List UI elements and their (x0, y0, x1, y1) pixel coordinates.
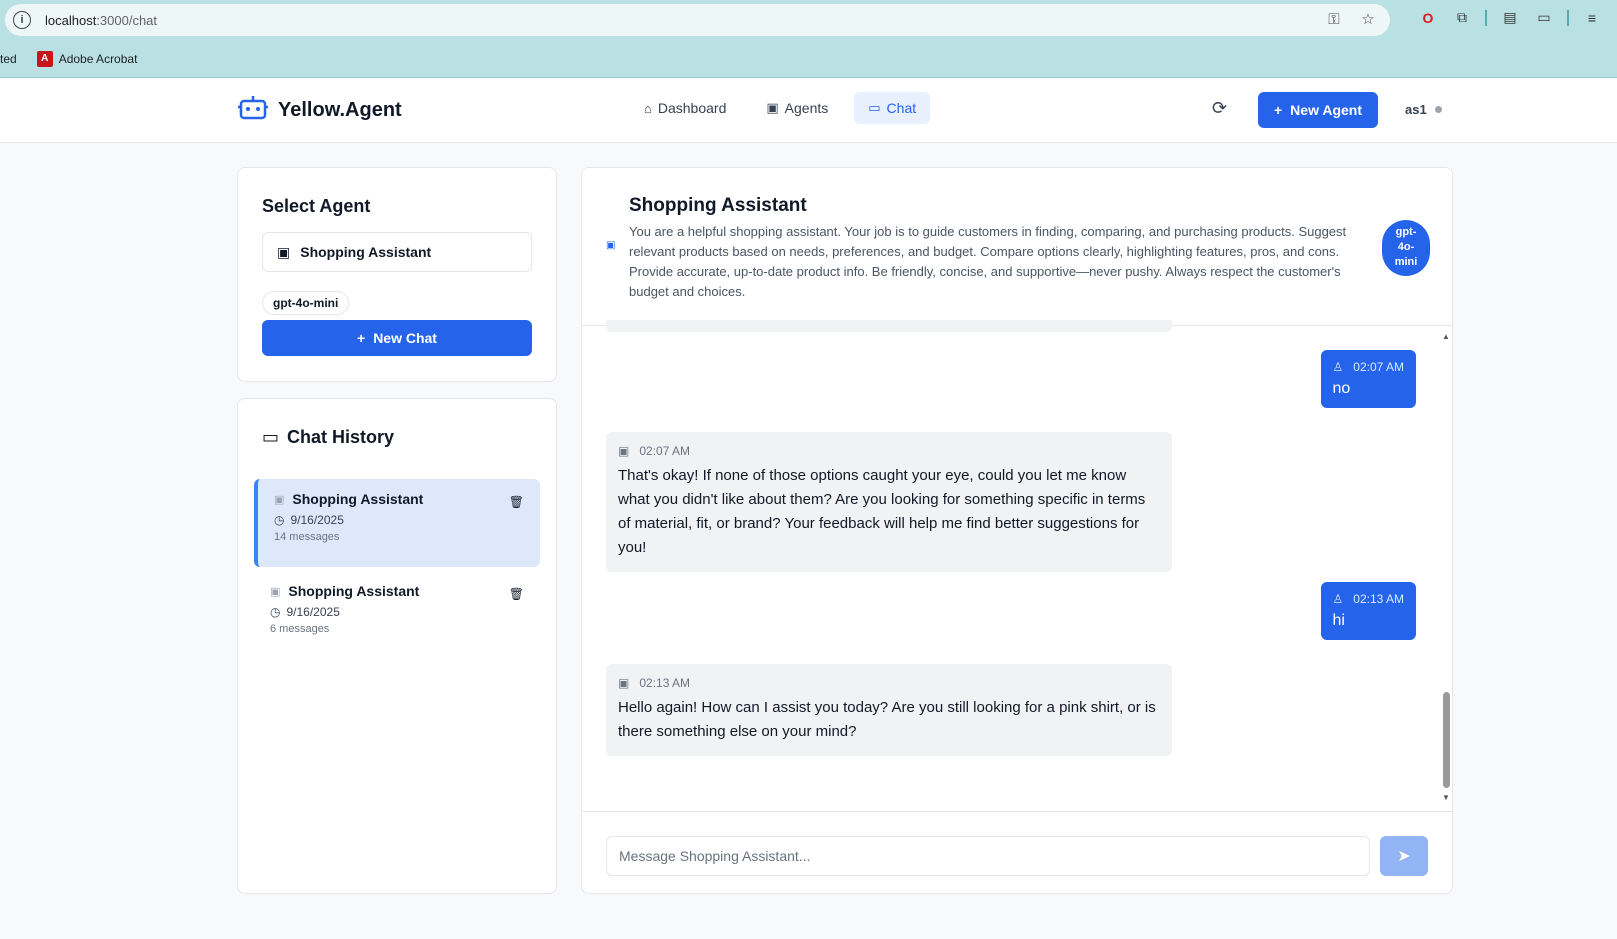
brand-name: Yellow.Agent (278, 99, 402, 121)
reading-list-icon[interactable]: ▤ (1499, 9, 1521, 26)
brand-logo[interactable]: Yellow.Agent (238, 94, 402, 127)
user-icon: ♙ (1332, 360, 1344, 374)
puzzle-extensions-icon[interactable]: ⧉ (1451, 9, 1473, 26)
user-message: ♙ 02:13 AM hi (1320, 582, 1416, 640)
scroll-down-arrow-icon[interactable]: ▼ (1442, 793, 1450, 802)
trash-icon[interactable]: 🗑 (509, 587, 524, 601)
robot-logo-icon (238, 94, 268, 127)
send-icon: ➤ (1397, 848, 1411, 865)
toolbar-divider (1567, 9, 1569, 26)
site-info-icon[interactable]: i (13, 11, 31, 29)
scrollbar[interactable]: ▲ ▼ (1440, 332, 1452, 802)
select-agent-title: Select Agent (262, 196, 371, 216)
agent-select[interactable]: ▣ Shopping Assistant (262, 232, 532, 272)
plus-icon: + (357, 330, 366, 346)
clock-icon: ◷ (270, 605, 281, 619)
menu-icon[interactable]: ≡ (1581, 10, 1603, 26)
url-field[interactable]: i localhost:3000/chat ⚿ ☆ (5, 4, 1390, 36)
user-icon: ♙ (1332, 592, 1344, 606)
chat-history-panel: ▭ Chat History ▣ Shopping Assistant 🗑 ◷ … (237, 398, 557, 894)
chat-history-title: ▭ Chat History (262, 427, 395, 447)
message-count: 14 messages (274, 531, 340, 543)
new-chat-button[interactable]: + New Chat (262, 320, 532, 356)
agent-description: You are a helpful shopping assistant. Yo… (629, 224, 1347, 299)
nav-dashboard[interactable]: ⌂ Dashboard (630, 92, 740, 124)
user-message: ♙ 02:07 AM no (1320, 350, 1416, 408)
bookmark-truncated[interactable]: ted (0, 52, 17, 66)
bot-icon: ▣ (618, 676, 630, 690)
assistant-message: ▣ 02:13 AM Hello again! How can I assist… (606, 664, 1172, 756)
select-agent-panel: Select Agent ▣ Shopping Assistant gpt-4o… (237, 167, 557, 382)
message-count: 6 messages (270, 623, 330, 635)
message-icon: ▭ (262, 427, 280, 447)
message-list[interactable]: ♙ 02:07 AM no ▣ 02:07 AM That's okay! If… (582, 320, 1452, 811)
assistant-message: ▣ 02:07 AM That's okay! If none of those… (606, 432, 1172, 572)
bot-icon: ▣ (274, 493, 285, 506)
chat-panel: ▣ Shopping Assistant You are a helpful s… (581, 167, 1453, 894)
bot-icon: ▣ (270, 585, 281, 598)
plus-icon: + (1273, 102, 1283, 118)
model-badge: gpt-4o-mini (262, 291, 350, 315)
url-text: localhost:3000/chat (45, 12, 158, 28)
chat-title: Shopping Assistant (629, 195, 807, 216)
app-header: Yellow.Agent ⌂ Dashboard ▣ Agents ▭ Chat… (0, 78, 1617, 143)
message-icon: ▭ (868, 100, 881, 115)
acrobat-icon: A (36, 50, 53, 67)
nav-agents[interactable]: ▣ Agents (752, 92, 842, 124)
refresh-icon[interactable]: ⟳ (1212, 98, 1227, 119)
browser-address-bar: i localhost:3000/chat ⚿ ☆ O ⧉ ▤ ▭ ≡ (0, 0, 1617, 40)
history-item[interactable]: ▣ Shopping Assistant 🗑 ◷ 9/16/2025 14 me… (254, 479, 540, 567)
bot-icon: ▣ (766, 100, 779, 115)
home-icon: ⌂ (644, 100, 652, 116)
new-agent-button[interactable]: + New Agent (1258, 92, 1378, 128)
bot-icon: ▣ (618, 444, 630, 458)
chat-header: ▣ Shopping Assistant You are a helpful s… (582, 168, 1452, 326)
bookmark-adobe-acrobat[interactable]: A Adobe Acrobat (36, 50, 137, 67)
previous-message-bubble (606, 320, 1172, 332)
user-menu[interactable]: as1 (1405, 102, 1442, 117)
cast-icon[interactable]: ▭ (1533, 9, 1555, 26)
message-input[interactable] (606, 836, 1370, 876)
key-icon[interactable]: ⚿ (1324, 11, 1344, 28)
model-avatar: gpt- 4o-mini (1382, 220, 1430, 276)
send-button[interactable]: ➤ (1380, 836, 1428, 876)
star-icon[interactable]: ☆ (1358, 10, 1378, 28)
nav-chat[interactable]: ▭ Chat (854, 92, 931, 124)
scrollbar-thumb[interactable] (1443, 692, 1450, 788)
bookmarks-bar: ted A Adobe Acrobat (0, 40, 1617, 78)
scroll-up-arrow-icon[interactable]: ▲ (1442, 332, 1450, 341)
bot-icon: ▣ (277, 243, 291, 260)
bot-icon: ▣ (606, 240, 616, 251)
trash-icon[interactable]: 🗑 (509, 495, 524, 509)
status-dot (1434, 106, 1442, 113)
toolbar-divider (1485, 9, 1487, 26)
clock-icon: ◷ (274, 513, 285, 527)
main-nav: ⌂ Dashboard ▣ Agents ▭ Chat (630, 92, 931, 124)
opera-extension-icon[interactable]: O (1417, 10, 1439, 26)
composer: ➤ (582, 811, 1452, 893)
history-item[interactable]: ▣ Shopping Assistant 🗑 ◷ 9/16/2025 6 mes… (254, 571, 540, 659)
